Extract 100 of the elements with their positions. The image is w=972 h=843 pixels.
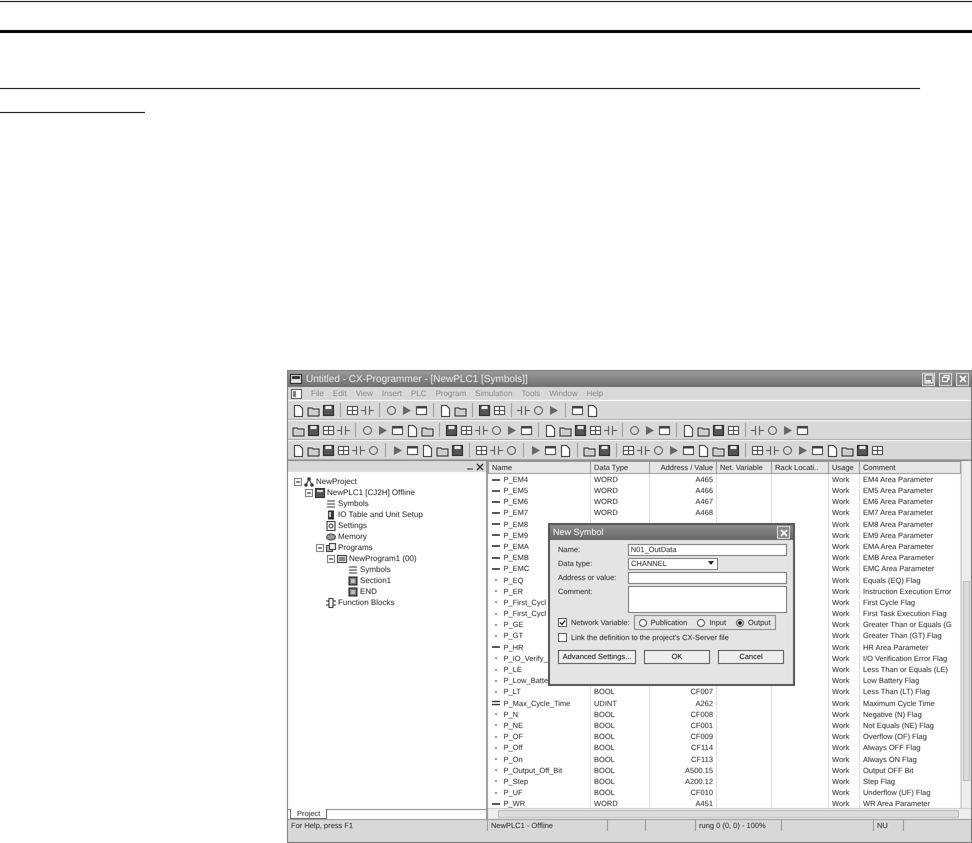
window-icon[interactable] <box>391 424 404 436</box>
play-icon[interactable] <box>781 424 794 436</box>
page-icon[interactable] <box>439 404 452 416</box>
window-icon[interactable] <box>520 424 533 436</box>
grid-icon[interactable] <box>475 444 488 456</box>
grid-icon[interactable] <box>751 444 764 456</box>
tree-item[interactable]: NewProgram1 (00) <box>349 552 417 564</box>
check-icon <box>559 619 566 626</box>
page-icon[interactable] <box>292 404 305 416</box>
scroll-thumb[interactable] <box>963 581 970 781</box>
contact-icon[interactable] <box>766 444 779 456</box>
contact-icon[interactable] <box>490 444 503 456</box>
circle-icon[interactable] <box>385 404 398 416</box>
play-icon[interactable] <box>376 424 389 436</box>
window-icon[interactable] <box>415 404 428 416</box>
tree-item[interactable]: Memory <box>338 530 367 542</box>
collapse-icon[interactable] <box>327 554 335 562</box>
window-icon[interactable] <box>658 424 671 436</box>
page-icon[interactable] <box>421 444 434 456</box>
radio-button[interactable] <box>638 618 647 627</box>
tree-item[interactable]: Programs <box>338 542 373 554</box>
page-icon[interactable] <box>826 444 839 456</box>
grid-icon[interactable] <box>727 424 740 436</box>
grid-icon[interactable] <box>871 444 884 456</box>
window-icon[interactable] <box>571 404 584 416</box>
contact-icon[interactable] <box>352 444 365 456</box>
close-icon[interactable] <box>476 462 484 470</box>
window-icon[interactable] <box>811 444 824 456</box>
vertical-scrollbar[interactable] <box>961 461 971 808</box>
grid-icon[interactable] <box>460 424 473 436</box>
circle-icon[interactable] <box>361 424 374 436</box>
play-icon[interactable] <box>796 444 809 456</box>
collapse-icon[interactable] <box>294 478 302 486</box>
list-icon <box>326 498 336 508</box>
grid-icon[interactable] <box>493 404 506 416</box>
program-icon <box>337 554 347 564</box>
page-icon[interactable] <box>292 444 305 456</box>
circle-icon[interactable] <box>781 444 794 456</box>
radio-button[interactable] <box>697 618 706 627</box>
window-icon[interactable] <box>544 444 557 456</box>
checkbox[interactable] <box>558 618 567 628</box>
tree-item[interactable]: IO Table and Unit Setup <box>338 508 423 520</box>
page-icon[interactable] <box>586 404 599 416</box>
caret-icon <box>707 559 715 567</box>
input-field[interactable] <box>628 572 787 584</box>
tree-item[interactable]: Section1 <box>360 574 392 586</box>
minimize-button[interactable] <box>922 372 935 386</box>
close-button[interactable] <box>777 526 790 539</box>
contact-icon[interactable] <box>337 424 350 436</box>
window-icon[interactable] <box>796 424 809 436</box>
grid-icon[interactable] <box>346 404 359 416</box>
page-icon[interactable] <box>559 444 572 456</box>
tree-item[interactable]: NewPLC1 [CJ2H] Offline <box>327 486 415 498</box>
minimize-icon <box>924 374 934 384</box>
grid-icon[interactable] <box>322 424 335 436</box>
scroll-thumb[interactable] <box>498 810 959 818</box>
circle-icon[interactable] <box>652 444 665 456</box>
comment-field[interactable] <box>628 586 787 613</box>
play-icon[interactable] <box>400 404 413 416</box>
horizontal-scrollbar[interactable] <box>488 808 971 819</box>
contact-icon[interactable] <box>517 404 530 416</box>
tree-item[interactable]: NewProject <box>316 476 357 488</box>
tree-item[interactable]: END <box>360 586 377 598</box>
play-icon[interactable] <box>391 444 404 456</box>
tree-item[interactable]: Function Blocks <box>338 596 394 608</box>
grid-icon[interactable] <box>622 444 635 456</box>
play-icon[interactable] <box>529 444 542 456</box>
radio-button[interactable] <box>736 618 744 627</box>
tree-item[interactable]: Symbols <box>360 564 391 576</box>
close-button[interactable] <box>956 372 969 386</box>
circle-icon[interactable] <box>505 444 518 456</box>
window-icon[interactable] <box>406 444 419 456</box>
play-icon[interactable] <box>643 424 656 436</box>
tree-item[interactable]: Symbols <box>338 498 369 510</box>
tree-item[interactable]: Settings <box>338 520 367 532</box>
contact-icon[interactable] <box>604 424 617 436</box>
contact-icon[interactable] <box>475 424 488 436</box>
grid-icon[interactable] <box>337 444 350 456</box>
grid-icon[interactable] <box>589 424 602 436</box>
contact-icon[interactable] <box>751 424 764 436</box>
play-icon[interactable] <box>667 444 680 456</box>
contact-icon[interactable] <box>361 404 374 416</box>
close-icon <box>778 528 788 538</box>
circle-icon[interactable] <box>766 424 779 436</box>
circle-icon[interactable] <box>367 444 380 456</box>
window-icon[interactable] <box>682 444 695 456</box>
play-icon[interactable] <box>547 404 560 416</box>
collapse-icon[interactable] <box>316 544 324 552</box>
checkbox[interactable] <box>558 633 567 642</box>
play-icon[interactable] <box>505 424 518 436</box>
circle-icon[interactable] <box>532 404 545 416</box>
collapse-icon[interactable] <box>305 488 313 496</box>
page-icon[interactable] <box>682 424 695 436</box>
circle-icon[interactable] <box>628 424 641 436</box>
page-icon[interactable] <box>544 424 557 436</box>
restore-button[interactable] <box>939 372 952 386</box>
page-icon[interactable] <box>697 444 710 456</box>
circle-icon[interactable] <box>490 424 503 436</box>
page-icon[interactable] <box>406 424 419 436</box>
contact-icon[interactable] <box>637 444 650 456</box>
